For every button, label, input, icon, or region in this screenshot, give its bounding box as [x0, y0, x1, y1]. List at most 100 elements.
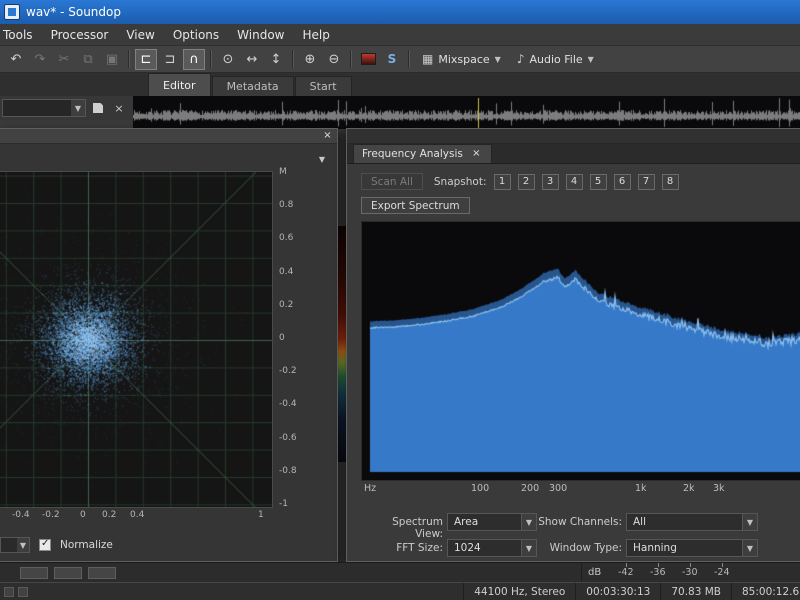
- axis-label: 0.8: [279, 200, 319, 210]
- spectrum-view-dropdown[interactable]: Area ▼: [447, 513, 537, 531]
- normalize-checkbox[interactable]: [39, 539, 51, 551]
- select-out-icon[interactable]: ⊐: [159, 49, 181, 70]
- snapshot-button-7[interactable]: 7: [638, 174, 655, 190]
- axis-label: -0.2: [42, 510, 60, 520]
- phase-channel-combobox[interactable]: ▼: [0, 537, 30, 553]
- save-icon: [93, 103, 103, 113]
- scan-all-button[interactable]: Scan All: [361, 173, 423, 190]
- phase-scatter-canvas: [0, 171, 273, 508]
- axis-label: -0.4: [12, 510, 30, 520]
- zoom-horizontal-icon[interactable]: ↔: [241, 49, 263, 70]
- chevron-down-icon: ▼: [495, 55, 501, 64]
- snapshot-button-6[interactable]: 6: [614, 174, 631, 190]
- toolbar-separator: [292, 50, 294, 68]
- axis-label: 2k: [683, 483, 695, 494]
- dropdown-value: 1024: [454, 542, 481, 554]
- fft-size-dropdown[interactable]: 1024 ▼: [447, 539, 537, 557]
- snapshot-button-4[interactable]: 4: [566, 174, 583, 190]
- zoom-out-icon[interactable]: ⊖: [323, 49, 345, 70]
- spectrum-view-label: Spectrum View:: [361, 516, 443, 540]
- tab-editor[interactable]: Editor: [148, 73, 211, 96]
- spectral-display-icon[interactable]: [357, 49, 379, 70]
- mixspace-icon: ▦: [422, 52, 433, 66]
- axis-label: 300: [549, 483, 567, 494]
- tab-start[interactable]: Start: [295, 76, 352, 96]
- snapshot-button-1[interactable]: 1: [494, 174, 511, 190]
- close-icon[interactable]: ×: [321, 130, 334, 142]
- close-file-button[interactable]: ×: [110, 99, 128, 117]
- main-toolbar: ↶ ↷ ✂ ⧉ ▣ ⊏ ⊐ ∩ ⊙ ↔ ↕ ⊕ ⊖ S ▦ Mixspace ▼…: [0, 46, 800, 73]
- snapshot-label: Snapshot:: [434, 176, 487, 188]
- menu-tools[interactable]: Tools: [0, 24, 42, 45]
- axis-label: 0.6: [279, 233, 319, 243]
- statusbar-icon[interactable]: [4, 587, 14, 597]
- undo-icon[interactable]: ↶: [5, 49, 27, 70]
- zoom-selection-icon[interactable]: ⊙: [217, 49, 239, 70]
- cut-icon[interactable]: ✂: [53, 49, 75, 70]
- panel-mini-button[interactable]: [88, 567, 116, 579]
- mixspace-dropdown[interactable]: ▦ Mixspace ▼: [415, 49, 508, 70]
- audio-file-label: Audio File: [530, 53, 583, 66]
- menu-view[interactable]: View: [117, 24, 163, 45]
- audio-file-dropdown[interactable]: ♪ Audio File ▼: [510, 49, 601, 70]
- spectrogram-color-scale: [338, 226, 346, 462]
- file-combobox[interactable]: ▼: [2, 99, 86, 117]
- zoom-in-icon[interactable]: ⊕: [299, 49, 321, 70]
- tab-frequency-analysis[interactable]: Frequency Analysis ×: [353, 144, 492, 163]
- snapshot-button-3[interactable]: 3: [542, 174, 559, 190]
- menu-bar: Tools Processor View Options Window Help: [0, 24, 800, 46]
- menu-processor[interactable]: Processor: [42, 24, 118, 45]
- redo-icon[interactable]: ↷: [29, 49, 51, 70]
- title-bar[interactable]: wav* - Soundop: [0, 0, 800, 24]
- window-type-dropdown[interactable]: Hanning ▼: [626, 539, 758, 557]
- status-file-size: 70.83 MB: [660, 583, 731, 600]
- menu-options[interactable]: Options: [164, 24, 228, 45]
- save-button[interactable]: [89, 99, 107, 117]
- panel-menu-chevron-icon[interactable]: ▼: [314, 152, 330, 166]
- export-row: Export Spectrum: [361, 197, 470, 214]
- snap-glyph: S: [388, 52, 397, 66]
- axis-label: 200: [521, 483, 539, 494]
- workspace-tab-row: Editor Metadata Start: [0, 73, 800, 96]
- axis-label: 0.4: [130, 510, 144, 520]
- snap-icon[interactable]: S: [381, 49, 403, 70]
- status-duration: 85:00:12.6: [731, 583, 800, 600]
- panel-mini-button[interactable]: [54, 567, 82, 579]
- snapshot-button-2[interactable]: 2: [518, 174, 535, 190]
- close-icon[interactable]: ×: [470, 148, 483, 160]
- loop-icon[interactable]: ∩: [183, 49, 205, 70]
- overview-waveform-canvas[interactable]: [133, 96, 800, 129]
- axis-label: 0.2: [102, 510, 116, 520]
- spectrum-x-axis: Hz 100 200 300 1k 2k 3k: [361, 483, 800, 495]
- snapshot-button-8[interactable]: 8: [662, 174, 679, 190]
- menu-window[interactable]: Window: [228, 24, 293, 45]
- tab-metadata[interactable]: Metadata: [212, 76, 294, 96]
- copy-icon[interactable]: ⧉: [77, 49, 99, 70]
- zoom-vertical-icon[interactable]: ↕: [265, 49, 287, 70]
- freq-window-titlebar[interactable]: [347, 129, 800, 144]
- axis-label: M: [279, 167, 319, 177]
- phase-x-axis: -0.4 -0.2 0 0.2 0.4 1: [0, 510, 272, 522]
- statusbar-icon[interactable]: [18, 587, 28, 597]
- chevron-down-icon: ▼: [747, 544, 753, 553]
- snapshot-row: Scan All Snapshot: 1 2 3 4 5 6 7 8: [361, 173, 679, 190]
- dropdown-value: Area: [454, 516, 478, 528]
- snapshot-button-5[interactable]: 5: [590, 174, 607, 190]
- chevron-down-icon: ▼: [747, 518, 753, 527]
- menu-help[interactable]: Help: [293, 24, 338, 45]
- fft-size-label: FFT Size:: [361, 542, 443, 554]
- db-label: dB: [588, 567, 601, 578]
- axis-label: 1k: [635, 483, 647, 494]
- export-spectrum-button[interactable]: Export Spectrum: [361, 197, 470, 214]
- spectrum-canvas: [361, 221, 800, 481]
- status-position: 00:03:30:13: [575, 583, 660, 600]
- paste-icon[interactable]: ▣: [101, 49, 123, 70]
- window-title: wav* - Soundop: [26, 5, 121, 19]
- panel-mini-button[interactable]: [20, 567, 48, 579]
- select-in-icon[interactable]: ⊏: [135, 49, 157, 70]
- phase-window-titlebar[interactable]: ×: [0, 129, 337, 144]
- window-type-label: Window Type:: [530, 542, 622, 554]
- dropdown-value: Hanning: [633, 542, 677, 554]
- meter-tick-label: -24: [714, 567, 730, 578]
- show-channels-dropdown[interactable]: All ▼: [626, 513, 758, 531]
